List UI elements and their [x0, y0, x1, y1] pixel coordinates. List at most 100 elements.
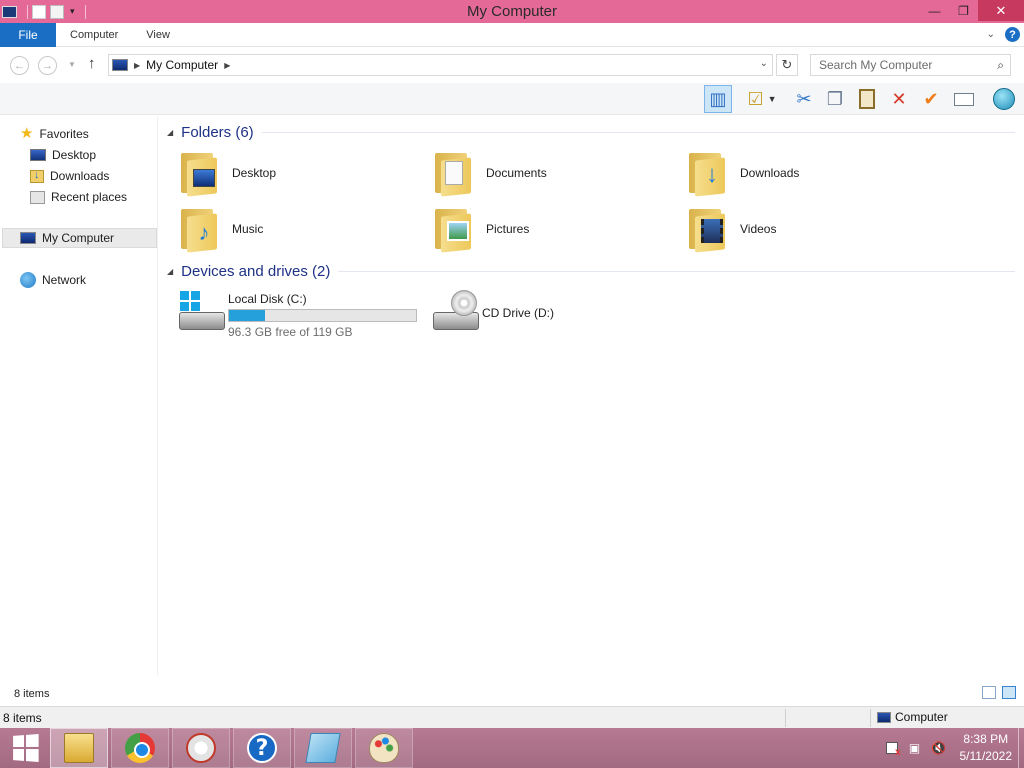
copy-button[interactable]: ❐	[821, 85, 849, 113]
desktop-folder-icon	[179, 151, 217, 197]
downloads-icon	[30, 169, 44, 183]
separator	[84, 4, 86, 19]
breadcrumb-my-computer[interactable]: My Computer	[146, 58, 218, 72]
properties-button[interactable]: ☑ ▼	[742, 85, 782, 113]
taskbar-paint[interactable]	[355, 728, 413, 768]
show-desktop-button[interactable]	[1018, 728, 1024, 768]
address-bar[interactable]: ▶ My Computer ▶ ⌄	[108, 54, 773, 76]
back-button[interactable]: ←	[10, 56, 29, 75]
computer-icon[interactable]	[2, 5, 17, 18]
search-icon[interactable]: ⌕	[997, 58, 1004, 73]
zone-indicator: Computer	[877, 710, 948, 724]
minimize-button[interactable]: —	[920, 0, 949, 21]
tab-view[interactable]: View	[132, 23, 184, 47]
folder-pictures[interactable]: Pictures	[433, 203, 529, 255]
windows-logo-icon	[13, 734, 39, 762]
desktop-icon	[30, 149, 46, 161]
tool-icon	[186, 733, 216, 763]
taskbar-notepad[interactable]	[294, 728, 352, 768]
clock[interactable]: 8:38 PM 5/11/2022	[960, 731, 1013, 765]
select-button[interactable]: ✔	[917, 85, 945, 113]
nav-recent-places[interactable]: Recent places	[30, 187, 127, 207]
folder-label: Downloads	[740, 166, 800, 180]
restore-button[interactable]: ❐	[949, 0, 978, 21]
details-view-icon[interactable]	[982, 686, 996, 699]
divider	[261, 132, 1015, 133]
taskbar-help[interactable]: ?	[233, 728, 291, 768]
drive-cd-d[interactable]: CD Drive (D:)	[431, 290, 554, 336]
network-button[interactable]	[990, 85, 1018, 113]
separator	[27, 4, 28, 19]
up-button[interactable]: ↑	[88, 55, 96, 72]
collapse-triangle-icon[interactable]: ◢	[167, 128, 173, 137]
folders-group-header[interactable]: ◢ Folders (6)	[167, 124, 1015, 141]
checklist-icon: ☑	[747, 88, 764, 109]
local-disk-icon	[177, 290, 225, 336]
collapse-triangle-icon[interactable]: ◢	[167, 267, 173, 276]
address-row: ← → ▼ ↑ ▶ My Computer ▶ ⌄ ↻ ⌕	[0, 47, 1024, 83]
scissors-icon: ✂	[796, 88, 812, 109]
taskbar-tool[interactable]	[172, 728, 230, 768]
status-bar: 8 items	[0, 683, 1024, 705]
nav-downloads[interactable]: Downloads	[30, 166, 109, 186]
nav-favorites[interactable]: ★ Favorites	[20, 124, 89, 144]
nav-network[interactable]: Network	[20, 270, 86, 290]
folder-downloads[interactable]: ↓ Downloads	[687, 147, 799, 199]
star-icon: ★	[20, 125, 34, 142]
rename-button[interactable]	[950, 85, 978, 113]
help-icon[interactable]: ?	[1005, 27, 1020, 42]
nav-my-computer[interactable]: My Computer	[2, 228, 157, 248]
paste-button[interactable]	[853, 85, 881, 113]
rename-icon	[954, 92, 974, 106]
action-center-flag-icon[interactable]	[885, 742, 901, 758]
delete-button[interactable]: ✕	[885, 85, 913, 113]
properties-icon[interactable]	[32, 4, 46, 19]
chrome-icon	[125, 733, 155, 763]
volume-muted-icon[interactable]: 🔇	[931, 741, 946, 755]
folder-label: Desktop	[232, 166, 277, 180]
drives-group-header[interactable]: ◢ Devices and drives (2)	[167, 263, 1015, 280]
navigation-pane: ★ Favorites Desktop Downloads Recent pla…	[0, 116, 158, 676]
folder-desktop[interactable]: Desktop	[179, 147, 276, 199]
large-icons-view-icon[interactable]	[1002, 686, 1016, 699]
recent-locations-icon[interactable]: ▼	[68, 60, 76, 69]
new-folder-icon[interactable]	[50, 4, 64, 19]
search-box[interactable]: ⌕	[810, 54, 1011, 76]
taskbar-file-explorer[interactable]	[50, 728, 108, 768]
pane-layout-icon: ▥	[709, 88, 727, 109]
taskbar-chrome[interactable]	[111, 728, 169, 768]
start-button[interactable]	[0, 728, 50, 768]
folder-music[interactable]: ♪ Music	[179, 203, 263, 255]
nav-favorites-label: Favorites	[39, 127, 89, 141]
customize-dropdown-icon[interactable]: ▾	[70, 6, 75, 17]
expand-ribbon-icon[interactable]: ⌄	[987, 29, 995, 40]
network-status-icon[interactable]: ▣	[908, 741, 922, 755]
paint-icon	[369, 733, 399, 763]
clipboard-icon	[859, 89, 875, 109]
refresh-button[interactable]: ↻	[776, 54, 798, 76]
folder-videos[interactable]: Videos	[687, 203, 776, 255]
cut-button[interactable]: ✂	[790, 85, 818, 113]
folder-documents[interactable]: Documents	[433, 147, 547, 199]
tab-file[interactable]: File	[0, 22, 56, 47]
view-switcher	[982, 686, 1016, 699]
folder-label: Documents	[486, 166, 547, 180]
folder-label: Videos	[740, 222, 777, 236]
drive-local-disk-c[interactable]: Local Disk (C:) 96.3 GB free of 119 GB	[177, 290, 417, 339]
close-button[interactable]: ✕	[978, 0, 1024, 21]
forward-button[interactable]: →	[38, 56, 57, 75]
search-input[interactable]	[819, 58, 984, 72]
downloads-folder-icon: ↓	[687, 151, 725, 197]
drive-info: CD Drive (D:)	[482, 290, 554, 336]
content-pane: ◢ Folders (6) Desktop Documents ↓ Downlo…	[163, 116, 1024, 676]
chevron-right-icon[interactable]: ▶	[224, 61, 230, 70]
cd-drive-icon	[431, 290, 479, 336]
navigation-pane-button[interactable]: ▥	[704, 85, 732, 113]
address-dropdown-icon[interactable]: ⌄	[760, 58, 768, 69]
divider	[338, 271, 1015, 272]
tab-computer[interactable]: Computer	[56, 23, 132, 47]
drives-group-label: Devices and drives (2)	[181, 263, 331, 280]
nav-desktop[interactable]: Desktop	[30, 145, 96, 165]
notepad-icon	[305, 733, 341, 763]
chevron-right-icon[interactable]: ▶	[134, 61, 140, 70]
